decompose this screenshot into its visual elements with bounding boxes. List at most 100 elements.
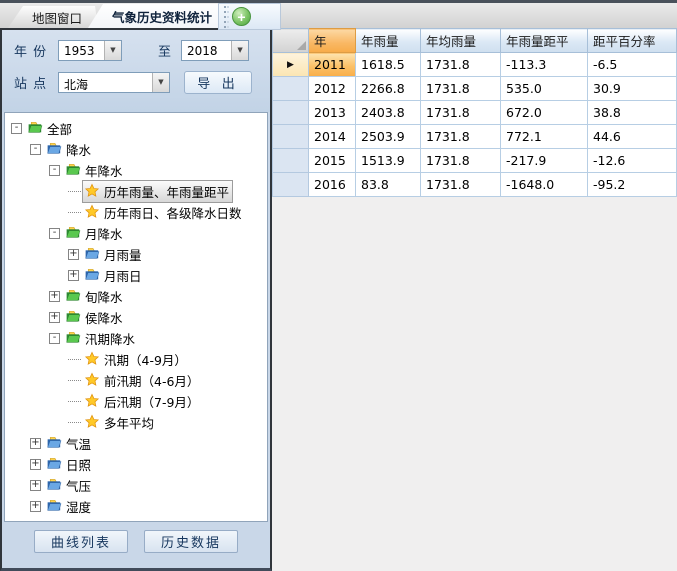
collapse-toggle-icon[interactable]: -: [11, 123, 22, 134]
tree-node[interactable]: 降水: [44, 138, 95, 161]
table-cell[interactable]: 30.9: [588, 77, 677, 101]
row-selector[interactable]: [273, 149, 309, 173]
table-cell[interactable]: 1731.8: [421, 149, 501, 173]
tree-node[interactable]: 多年平均: [82, 411, 158, 434]
tree-item[interactable]: -年降水: [5, 160, 267, 181]
tree-node[interactable]: 年降水: [63, 159, 127, 182]
year-from-dropdown[interactable]: 1953 ▼: [58, 40, 122, 61]
curve-list-button[interactable]: 曲线列表: [34, 530, 128, 553]
collapse-toggle-icon[interactable]: -: [49, 333, 60, 344]
tree-item[interactable]: -月降水: [5, 223, 267, 244]
tree-node[interactable]: 全部: [25, 117, 76, 140]
tree-node[interactable]: 历年雨量、年雨量距平: [82, 180, 233, 203]
add-tab-button[interactable]: +: [232, 7, 251, 26]
chevron-down-icon[interactable]: ▼: [231, 41, 248, 60]
tree-node[interactable]: 汛期降水: [63, 327, 139, 350]
table-cell[interactable]: 83.8: [356, 173, 421, 197]
tree-node[interactable]: 前汛期（4-6月）: [82, 369, 203, 392]
tree-item[interactable]: -全部: [5, 118, 267, 139]
table-cell[interactable]: 2503.9: [356, 125, 421, 149]
row-selector[interactable]: [273, 173, 309, 197]
expand-toggle-icon[interactable]: +: [68, 249, 79, 260]
collapse-toggle-icon[interactable]: -: [30, 144, 41, 155]
column-header[interactable]: 年: [309, 29, 356, 53]
tab-weather-history-stats[interactable]: 气象历史资料统计: [88, 4, 228, 28]
table-cell[interactable]: 1731.8: [421, 125, 501, 149]
tree-item[interactable]: +月雨量: [5, 244, 267, 265]
table-cell[interactable]: -1648.0: [501, 173, 588, 197]
tree-item[interactable]: -汛期降水: [5, 328, 267, 349]
station-dropdown[interactable]: 北海 ▼: [58, 72, 170, 93]
table-cell[interactable]: 672.0: [501, 101, 588, 125]
tree-item[interactable]: 历年雨日、各级降水日数: [5, 202, 267, 223]
tree-item[interactable]: +旬降水: [5, 286, 267, 307]
expand-toggle-icon[interactable]: +: [30, 501, 41, 512]
row-selector[interactable]: [273, 125, 309, 149]
history-data-button[interactable]: 历史数据: [144, 530, 238, 553]
table-cell[interactable]: 1731.8: [421, 101, 501, 125]
table-cell[interactable]: 2403.8: [356, 101, 421, 125]
collapse-toggle-icon[interactable]: -: [49, 165, 60, 176]
collapse-toggle-icon[interactable]: -: [49, 228, 60, 239]
tree-item[interactable]: 多年平均: [5, 412, 267, 433]
table-cell[interactable]: 1731.8: [421, 173, 501, 197]
table-cell[interactable]: 2014: [309, 125, 356, 149]
export-button[interactable]: 导 出: [184, 71, 252, 94]
table-cell[interactable]: 1731.8: [421, 53, 501, 77]
tree-item[interactable]: 后汛期（7-9月）: [5, 391, 267, 412]
table-cell[interactable]: 535.0: [501, 77, 588, 101]
column-header[interactable]: 年雨量距平: [501, 29, 588, 53]
row-selector[interactable]: [273, 101, 309, 125]
tree-node[interactable]: 历年雨日、各级降水日数: [82, 201, 246, 224]
tree-item[interactable]: 前汛期（4-6月）: [5, 370, 267, 391]
tree-item[interactable]: +月雨日: [5, 265, 267, 286]
tree-item[interactable]: +气温: [5, 433, 267, 454]
tree-item[interactable]: +侯降水: [5, 307, 267, 328]
tree-node[interactable]: 旬降水: [63, 285, 127, 308]
drag-grip-icon[interactable]: [224, 6, 226, 28]
table-corner-select-all[interactable]: [273, 29, 309, 53]
tab-map-window[interactable]: 地图窗口: [8, 6, 98, 28]
table-cell[interactable]: 2266.8: [356, 77, 421, 101]
chevron-down-icon[interactable]: ▼: [104, 41, 121, 60]
table-cell[interactable]: 2015: [309, 149, 356, 173]
table-cell[interactable]: 44.6: [588, 125, 677, 149]
table-cell[interactable]: 2011: [309, 53, 356, 77]
tree-item[interactable]: +气压: [5, 475, 267, 496]
tree-node[interactable]: 侯降水: [63, 306, 127, 329]
tree-item[interactable]: 汛期（4-9月）: [5, 349, 267, 370]
tree-node[interactable]: 湿度: [44, 495, 95, 518]
table-cell[interactable]: 772.1: [501, 125, 588, 149]
tree-node[interactable]: 月雨量: [82, 243, 146, 266]
tree-node[interactable]: 汛期（4-9月）: [82, 348, 191, 371]
expand-toggle-icon[interactable]: +: [68, 270, 79, 281]
row-selector[interactable]: ▶: [273, 53, 309, 77]
table-cell[interactable]: -95.2: [588, 173, 677, 197]
tree-node[interactable]: 月降水: [63, 222, 127, 245]
tree-item[interactable]: 历年雨量、年雨量距平: [5, 181, 267, 202]
table-cell[interactable]: 1618.5: [356, 53, 421, 77]
tree-node[interactable]: 后汛期（7-9月）: [82, 390, 203, 413]
table-cell[interactable]: 2013: [309, 101, 356, 125]
table-cell[interactable]: 1731.8: [421, 77, 501, 101]
row-selector[interactable]: [273, 77, 309, 101]
column-header[interactable]: 距平百分率: [588, 29, 677, 53]
table-cell[interactable]: -12.6: [588, 149, 677, 173]
expand-toggle-icon[interactable]: +: [49, 312, 60, 323]
table-cell[interactable]: 1513.9: [356, 149, 421, 173]
expand-toggle-icon[interactable]: +: [30, 459, 41, 470]
expand-toggle-icon[interactable]: +: [30, 480, 41, 491]
table-cell[interactable]: -6.5: [588, 53, 677, 77]
tree-item[interactable]: +湿度: [5, 496, 267, 517]
year-to-dropdown[interactable]: 2018 ▼: [181, 40, 249, 61]
tree-node[interactable]: 气温: [44, 432, 95, 455]
expand-toggle-icon[interactable]: +: [30, 438, 41, 449]
table-cell[interactable]: 2016: [309, 173, 356, 197]
tree-item[interactable]: +日照: [5, 454, 267, 475]
expand-toggle-icon[interactable]: +: [49, 291, 60, 302]
tree-node[interactable]: 月雨日: [82, 264, 146, 287]
tree-item[interactable]: -降水: [5, 139, 267, 160]
table-cell[interactable]: 2012: [309, 77, 356, 101]
table-cell[interactable]: 38.8: [588, 101, 677, 125]
column-header[interactable]: 年雨量: [356, 29, 421, 53]
